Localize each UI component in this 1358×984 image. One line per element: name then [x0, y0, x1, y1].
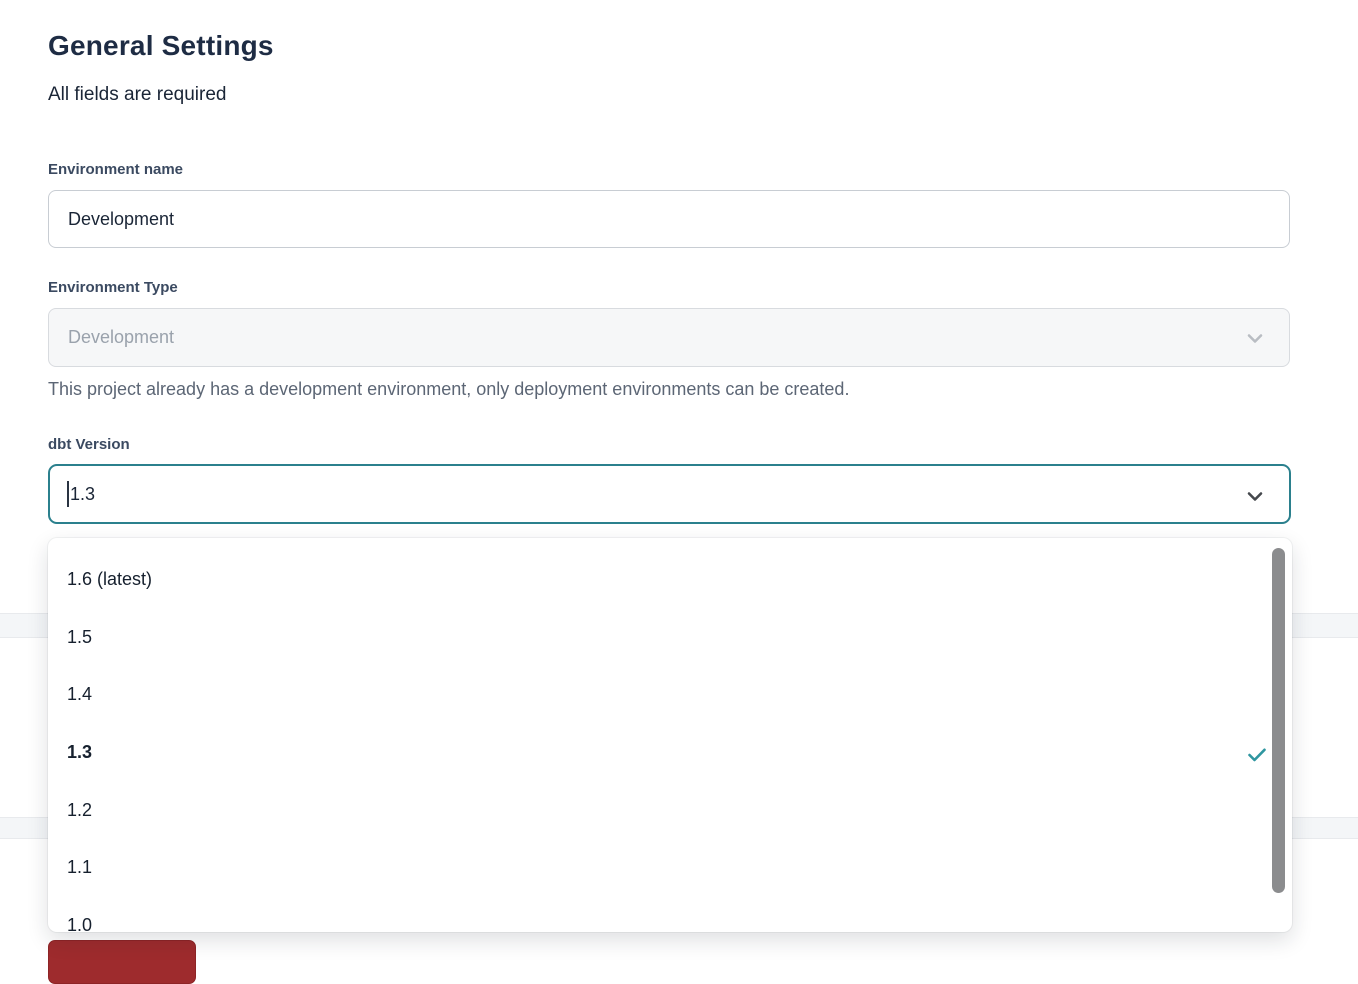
- dropdown-option[interactable]: 1.1: [48, 839, 1292, 897]
- environment-type-help-text: This project already has a development e…: [48, 379, 1308, 400]
- dbt-version-dropdown: 1.6 (latest) 1.5 1.4 1.3 1.2 1.1 1.0: [48, 538, 1292, 932]
- dropdown-option[interactable]: 1.0: [48, 897, 1292, 932]
- dbt-version-value: 1.3: [70, 484, 95, 505]
- environment-type-select: Development: [48, 308, 1290, 367]
- dropdown-option-label: 1.3: [67, 742, 92, 763]
- page-title: General Settings: [48, 30, 274, 62]
- text-caret: [67, 481, 69, 507]
- dbt-version-combobox[interactable]: 1.3: [48, 464, 1291, 524]
- check-icon: [1248, 746, 1266, 760]
- dropdown-option-selected[interactable]: 1.3: [48, 724, 1292, 782]
- environment-name-label: Environment name: [48, 161, 183, 178]
- environment-type-label: Environment Type: [48, 279, 178, 296]
- dropdown-option[interactable]: 1.5: [48, 609, 1292, 667]
- page-subtitle: All fields are required: [48, 84, 226, 106]
- chevron-down-icon: [1243, 484, 1267, 508]
- environment-name-input[interactable]: [48, 190, 1290, 248]
- environment-type-value: Development: [68, 327, 174, 348]
- dbt-version-label: dbt Version: [48, 436, 130, 453]
- dropdown-option[interactable]: 1.2: [48, 781, 1292, 839]
- chevron-down-icon: [1243, 326, 1267, 350]
- dropdown-option[interactable]: 1.4: [48, 666, 1292, 724]
- delete-button[interactable]: [48, 940, 196, 984]
- dropdown-scrollbar-thumb[interactable]: [1272, 548, 1285, 893]
- dropdown-option[interactable]: 1.6 (latest): [48, 551, 1292, 609]
